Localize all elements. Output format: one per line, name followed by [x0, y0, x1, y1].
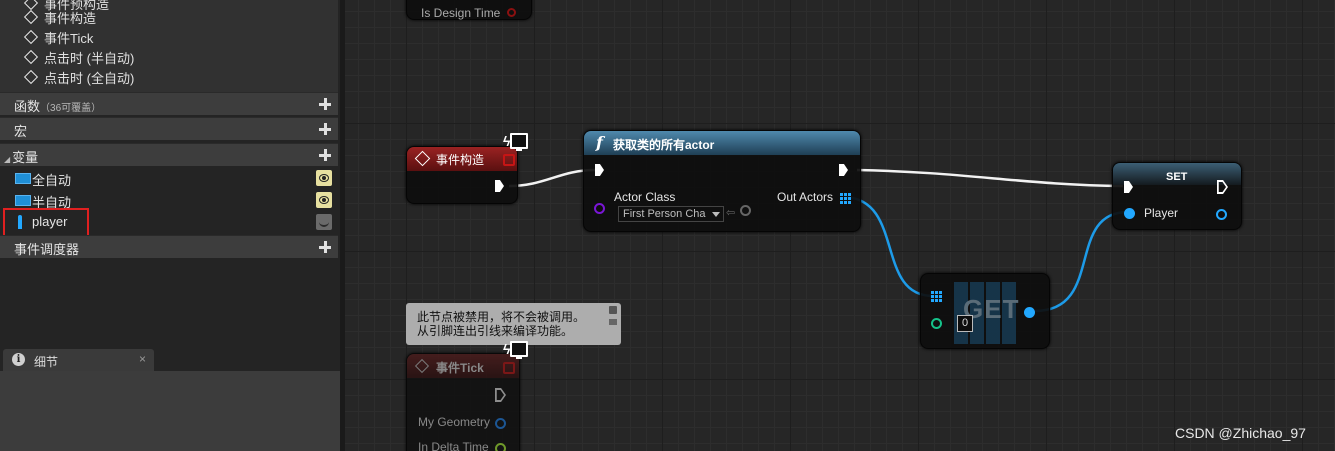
- variable-type-icon: [15, 173, 31, 184]
- variable-item[interactable]: 全自动: [0, 167, 338, 189]
- pin-label: In Delta Time: [418, 440, 489, 451]
- client-badge-icon: ϟ: [503, 341, 528, 361]
- tree-item-label: 点击时 (全自动): [44, 71, 135, 86]
- tooltip-line: 此节点被禁用，将不会被调用。: [417, 310, 586, 324]
- details-tab-label: 细节: [34, 355, 59, 369]
- client-badge-icon: ϟ: [503, 133, 528, 153]
- select-value: First Person Cha: [623, 208, 706, 220]
- eye-icon[interactable]: [316, 192, 332, 208]
- object-out-pin-icon[interactable]: [1024, 307, 1035, 318]
- browse-icon[interactable]: ⇦: [726, 206, 735, 219]
- event-icon: [23, 29, 39, 45]
- section-title: 宏: [14, 124, 28, 139]
- pin-label: Is Design Time: [421, 6, 501, 20]
- add-function-icon[interactable]: [318, 97, 332, 111]
- details-panel: [0, 371, 340, 451]
- tree-item-label: 事件构造: [44, 11, 97, 26]
- watermark: CSDN @Zhichao_97: [1175, 425, 1306, 441]
- section-title: 事件调度器: [14, 242, 80, 257]
- dispatchers-section-header[interactable]: 事件调度器: [0, 235, 338, 258]
- chevron-down-icon: [712, 212, 720, 217]
- variable-name: 全自动: [32, 173, 72, 188]
- actor-class-select[interactable]: First Person Cha: [618, 206, 724, 222]
- tooltip-line: 从引脚连出引线来编译功能。: [417, 324, 574, 338]
- float-pin-icon[interactable]: [495, 443, 506, 451]
- pin-label: Actor Class: [614, 190, 676, 204]
- tree-item-label: 事件Tick: [44, 31, 94, 46]
- delegate-pin-icon[interactable]: [503, 154, 515, 166]
- pin-label: Out Actors: [777, 190, 834, 204]
- node-title: 事件构造: [436, 153, 485, 167]
- eye-closed-icon[interactable]: [316, 214, 332, 230]
- disabled-node-tooltip: 此节点被禁用，将不会被调用。 从引脚连出引线来编译功能。: [406, 303, 621, 345]
- integer-pin-icon[interactable]: [931, 318, 942, 329]
- section-title: ◢ 变量: [4, 150, 39, 165]
- add-macro-icon[interactable]: [318, 122, 332, 136]
- object-out-pin-icon[interactable]: [1216, 209, 1227, 220]
- class-pin-icon[interactable]: [594, 203, 605, 214]
- highlight-box: [3, 208, 89, 237]
- object-pin-icon[interactable]: [1124, 208, 1135, 219]
- my-blueprint-panel: 事件预构造 事件构造 事件Tick 点击时 (半自动) 点击时 (全自动) 函数…: [0, 0, 340, 451]
- struct-pin-icon[interactable]: [495, 418, 506, 429]
- functions-section-header[interactable]: 函数（36可覆盖）: [0, 92, 338, 115]
- function-icon: f: [596, 133, 603, 152]
- info-icon: i: [12, 353, 25, 366]
- tree-item-label: 点击时 (半自动): [44, 51, 135, 66]
- event-graph-canvas[interactable]: Is Design Time 事件构造 ϟ f 获取类的所有actor Acto…: [345, 0, 1335, 451]
- event-icon: [23, 69, 39, 85]
- section-subtitle: （36可覆盖）: [40, 103, 102, 114]
- variable-type-icon: [15, 195, 31, 206]
- add-variable-icon[interactable]: [318, 148, 332, 162]
- event-graph-list: 事件预构造 事件构造 事件Tick 点击时 (半自动) 点击时 (全自动): [0, 0, 338, 92]
- array-pin-icon[interactable]: [931, 291, 942, 302]
- add-dispatcher-icon[interactable]: [318, 240, 332, 254]
- pin-icon[interactable]: [609, 306, 617, 314]
- bool-pin-icon[interactable]: [507, 8, 516, 17]
- event-icon: [23, 49, 39, 65]
- array-get-node[interactable]: GET 0: [920, 273, 1050, 349]
- array-pin-icon[interactable]: [840, 193, 851, 204]
- variables-section-header[interactable]: ◢ 变量: [0, 143, 338, 166]
- node-title: 获取类的所有actor: [613, 138, 715, 152]
- pin-label: My Geometry: [418, 415, 491, 429]
- collapse-arrow-icon[interactable]: ◢: [4, 155, 10, 164]
- event-icon: [23, 9, 39, 25]
- pin-label: Player: [1144, 206, 1179, 220]
- tree-item-tick[interactable]: 事件Tick: [23, 29, 94, 49]
- node-title: SET: [1166, 171, 1188, 183]
- index-input[interactable]: 0: [957, 315, 973, 332]
- pre-construct-node[interactable]: Is Design Time: [406, 0, 532, 20]
- set-node[interactable]: SET Player: [1112, 162, 1242, 230]
- section-title: 函数（36可覆盖）: [14, 99, 102, 114]
- tree-item-click-semi[interactable]: 点击时 (半自动): [23, 49, 135, 69]
- tree-item-construct[interactable]: 事件构造: [23, 9, 97, 29]
- get-all-actors-node[interactable]: f 获取类的所有actor Actor Class First Person C…: [583, 130, 861, 232]
- delegate-pin-icon[interactable]: [503, 362, 515, 374]
- search-icon[interactable]: [740, 205, 751, 216]
- event-construct-node[interactable]: 事件构造: [406, 146, 518, 204]
- tree-item-click-full[interactable]: 点击时 (全自动): [23, 69, 135, 89]
- close-icon[interactable]: ×: [139, 352, 146, 366]
- node-title: 事件Tick: [436, 361, 484, 375]
- details-tab[interactable]: i 细节 ×: [3, 349, 154, 371]
- macros-section-header[interactable]: 宏: [0, 117, 338, 140]
- comment-icon: [609, 319, 617, 325]
- eye-icon[interactable]: [316, 170, 332, 186]
- event-tick-node[interactable]: 事件Tick My Geometry In Delta Time: [406, 353, 520, 451]
